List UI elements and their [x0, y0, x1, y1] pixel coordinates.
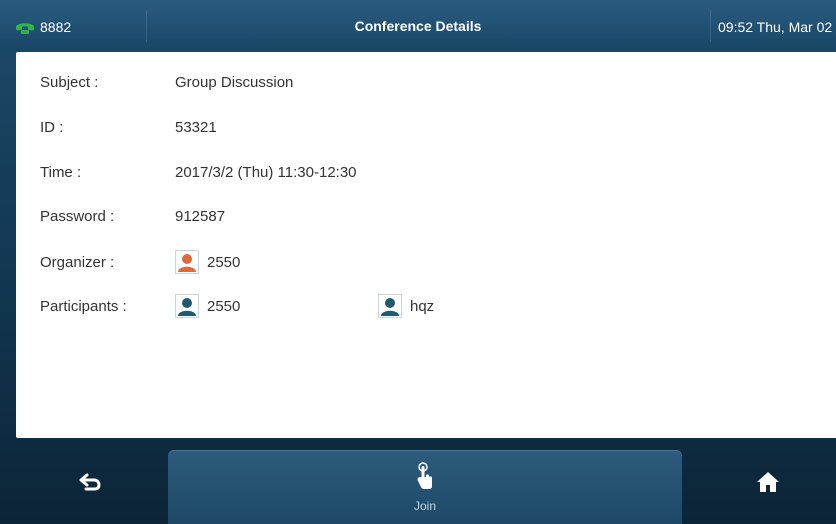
participant-name: hqz: [410, 297, 435, 315]
organizer-label: Organizer :: [40, 253, 115, 271]
conference-details-panel: Subject : Group Discussion ID : 53321 Ti…: [16, 52, 836, 438]
back-button[interactable]: [62, 456, 118, 512]
participant-name: 2550: [207, 297, 241, 315]
id-label: ID :: [40, 118, 64, 136]
id-row: ID : 53321: [40, 113, 830, 141]
participants-label: Participants :: [40, 297, 127, 315]
organizer-row: Organizer : 2550: [40, 248, 830, 276]
home-icon: [756, 471, 780, 498]
participants-row: Participants : 2550 hqz: [40, 292, 830, 320]
hand-tap-icon: [415, 461, 435, 495]
organizer-name: 2550: [207, 253, 241, 271]
id-value: 53321: [175, 118, 217, 136]
divider: [710, 10, 711, 42]
softkey-bar: Join: [0, 438, 836, 524]
password-row: Password : 912587: [40, 202, 830, 230]
password-label: Password :: [40, 207, 115, 225]
back-arrow-icon: [78, 472, 102, 497]
participant-entry[interactable]: 2550: [175, 294, 240, 318]
join-label: Join: [413, 498, 436, 513]
clock: 09:52 Thu, Mar 02: [718, 19, 833, 35]
organizer-entry[interactable]: 2550: [175, 250, 240, 274]
subject-label: Subject :: [40, 73, 99, 91]
participant-avatar-icon: [378, 294, 402, 318]
home-button[interactable]: [740, 456, 796, 512]
participant-avatar-icon: [175, 294, 199, 318]
password-value: 912587: [175, 207, 226, 225]
subject-value: Group Discussion: [175, 73, 294, 91]
time-label: Time :: [40, 163, 82, 181]
status-bar: 8882 Conference Details 09:52 Thu, Mar 0…: [0, 0, 836, 52]
organizer-avatar-icon: [175, 250, 199, 274]
participant-entry[interactable]: hqz: [378, 294, 434, 318]
phone-screen: 8882 Conference Details 09:52 Thu, Mar 0…: [0, 0, 836, 524]
subject-row: Subject : Group Discussion: [40, 68, 830, 96]
time-row: Time : 2017/3/2 (Thu) 11:30-12:30: [40, 158, 830, 186]
join-button[interactable]: Join: [168, 450, 682, 524]
time-value: 2017/3/2 (Thu) 11:30-12:30: [175, 163, 357, 181]
